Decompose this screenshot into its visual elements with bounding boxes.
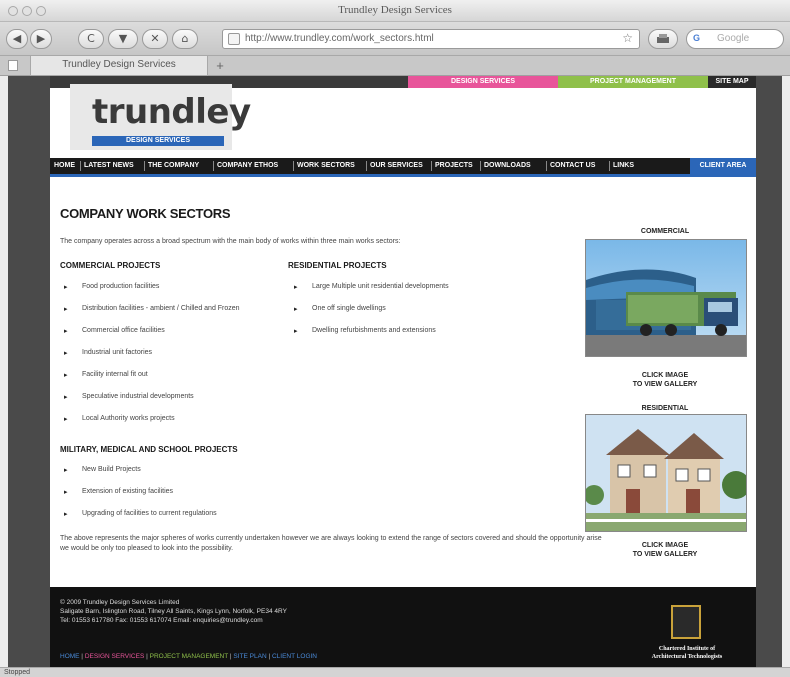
- home-button[interactable]: ⌂: [172, 29, 198, 49]
- footer-link-site-plan[interactable]: SITE PLAN: [233, 653, 266, 660]
- nav-latest-news[interactable]: LATEST NEWS: [84, 158, 134, 174]
- status-bar: Stopped: [0, 667, 790, 677]
- badge-line1: Chartered Institute of: [658, 646, 716, 652]
- list-item: Upgrading of facilities to current regul…: [64, 510, 217, 518]
- stop-button[interactable]: ✕: [142, 29, 168, 49]
- browser-toolbar: ◀ ▶ C ▼ ✕ ⌂ http://www.trundley.com/work…: [0, 22, 790, 56]
- window-title: Trundley Design Services: [338, 4, 452, 16]
- logo-subtitle: DESIGN SERVICES: [92, 136, 224, 146]
- residential-houses-image: [586, 415, 746, 531]
- military-projects-heading: MILITARY, MEDICAL AND SCHOOL PROJECTS: [60, 445, 238, 454]
- list-item: Extension of existing facilities: [64, 488, 173, 496]
- list-item: Dwelling refurbishments and extensions: [294, 327, 436, 335]
- new-tab-button[interactable]: +: [210, 58, 230, 74]
- intro-text: The company operates across a broad spec…: [60, 238, 401, 245]
- reload-button[interactable]: C: [78, 29, 104, 49]
- nav-work-sectors[interactable]: WORK SECTORS: [297, 158, 355, 174]
- bookmark-star-icon[interactable]: ☆: [622, 31, 633, 45]
- site-logo[interactable]: trundley DESIGN SERVICES: [70, 84, 251, 150]
- residential-projects-heading: RESIDENTIAL PROJECTS: [288, 261, 387, 270]
- nav-separator: [431, 161, 432, 171]
- list-item: One off single dwellings: [294, 305, 386, 313]
- print-button[interactable]: [648, 29, 678, 49]
- page-icon: [228, 33, 240, 45]
- commercial-image-label: COMMERCIAL: [640, 228, 690, 235]
- commercial-projects-heading: COMMERCIAL PROJECTS: [60, 261, 161, 270]
- search-input[interactable]: G Google: [686, 29, 784, 49]
- footer-link-design-services[interactable]: DESIGN SERVICES: [85, 653, 144, 660]
- printer-icon: [657, 34, 669, 43]
- nav-separator: [144, 161, 145, 171]
- residential-click-caption: CLICK IMAGE TO VIEW GALLERY: [600, 541, 730, 559]
- footer-address: Saligate Barn, Islington Road, Tilney Al…: [60, 608, 287, 615]
- nav-separator: [293, 161, 294, 171]
- click-caption-line2: TO VIEW GALLERY: [632, 381, 698, 388]
- list-item: Commercial office facilities: [64, 327, 165, 335]
- nav-links[interactable]: LINKS: [613, 158, 634, 174]
- ciat-logo-icon: [671, 605, 701, 639]
- list-item: Speculative industrial developments: [64, 393, 194, 401]
- tab-page-icon: [8, 60, 18, 71]
- footer-link-project-management[interactable]: PROJECT MANAGEMENT: [150, 653, 229, 660]
- window-titlebar: Trundley Design Services: [0, 0, 790, 22]
- list-item: Large Multiple unit residential developm…: [294, 283, 449, 291]
- main-nav: HOME LATEST NEWS THE COMPANY COMPANY ETH…: [50, 158, 756, 177]
- nav-separator: [609, 161, 610, 171]
- list-item: Industrial unit factories: [64, 349, 152, 357]
- footer-contact: Tel: 01553 617780 Fax: 01553 617074 Emai…: [60, 617, 263, 624]
- top-link-project-management[interactable]: PROJECT MANAGEMENT: [558, 76, 708, 88]
- list-item: Facility internal fit out: [64, 371, 148, 379]
- badge-line2: Architectural Technologists: [651, 654, 723, 660]
- top-link-site-map[interactable]: SITE MAP: [708, 76, 756, 88]
- click-caption-line1: CLICK IMAGE: [641, 372, 689, 379]
- page-viewport: DESIGN SERVICES PROJECT MANAGEMENT SITE …: [8, 76, 782, 667]
- nav-separator: [80, 161, 81, 171]
- downloads-button[interactable]: ▼: [108, 29, 138, 49]
- logo-wordmark: trundley: [92, 92, 251, 132]
- footer-link-home[interactable]: HOME: [60, 653, 80, 660]
- page-container: DESIGN SERVICES PROJECT MANAGEMENT SITE …: [50, 76, 756, 667]
- google-icon: G: [693, 33, 701, 43]
- client-area-button[interactable]: CLIENT AREA: [690, 158, 756, 174]
- nav-separator: [213, 161, 214, 171]
- footer-copyright: © 2009 Trundley Design Services Limited: [60, 599, 180, 606]
- click-caption-line2: TO VIEW GALLERY: [632, 551, 698, 558]
- residential-gallery-image[interactable]: [585, 414, 747, 532]
- commercial-click-caption: CLICK IMAGE TO VIEW GALLERY: [600, 371, 730, 389]
- residential-image-label: RESIDENTIAL: [641, 405, 689, 412]
- status-text: Stopped: [4, 669, 31, 676]
- footer-link-client-login[interactable]: CLIENT LOGIN: [272, 653, 317, 660]
- tab-bar: Trundley Design Services +: [0, 56, 790, 76]
- back-button[interactable]: ◀: [6, 29, 28, 49]
- closing-paragraph: The above represents the major spheres o…: [60, 535, 602, 552]
- top-link-design-services[interactable]: DESIGN SERVICES: [408, 76, 558, 88]
- nav-home[interactable]: HOME: [54, 158, 75, 174]
- nav-separator: [546, 161, 547, 171]
- commercial-gallery-image[interactable]: [585, 239, 747, 357]
- nav-contact-us[interactable]: CONTACT US: [550, 158, 595, 174]
- nav-separator: [480, 161, 481, 171]
- nav-downloads[interactable]: DOWNLOADS: [484, 158, 531, 174]
- nav-company-ethos[interactable]: COMPANY ETHOS: [217, 158, 278, 174]
- search-placeholder: Google: [717, 33, 750, 44]
- url-text: http://www.trundley.com/work_sectors.htm…: [245, 33, 434, 44]
- nav-separator: [366, 161, 367, 171]
- list-item: Distribution facilities - ambient / Chil…: [64, 305, 240, 313]
- ciat-badge: Chartered Institute of Architectural Tec…: [633, 605, 741, 665]
- click-caption-line1: CLICK IMAGE: [641, 542, 689, 549]
- nav-our-services[interactable]: OUR SERVICES: [370, 158, 423, 174]
- footer-links: HOME | DESIGN SERVICES | PROJECT MANAGEM…: [60, 653, 317, 660]
- address-bar[interactable]: http://www.trundley.com/work_sectors.htm…: [222, 29, 640, 49]
- list-item: Local Authority works projects: [64, 415, 175, 423]
- page-footer: © 2009 Trundley Design Services Limited …: [50, 587, 756, 667]
- forward-button[interactable]: ▶: [30, 29, 52, 49]
- tab-trundley[interactable]: Trundley Design Services: [30, 56, 208, 76]
- commercial-truck-image: [586, 240, 746, 356]
- list-item: New Build Projects: [64, 466, 141, 474]
- nav-the-company[interactable]: THE COMPANY: [148, 158, 199, 174]
- nav-projects[interactable]: PROJECTS: [435, 158, 473, 174]
- badge-text: Chartered Institute of Architectural Tec…: [633, 645, 741, 661]
- page-title: COMPANY WORK SECTORS: [60, 206, 231, 221]
- list-item: Food production facilities: [64, 283, 160, 291]
